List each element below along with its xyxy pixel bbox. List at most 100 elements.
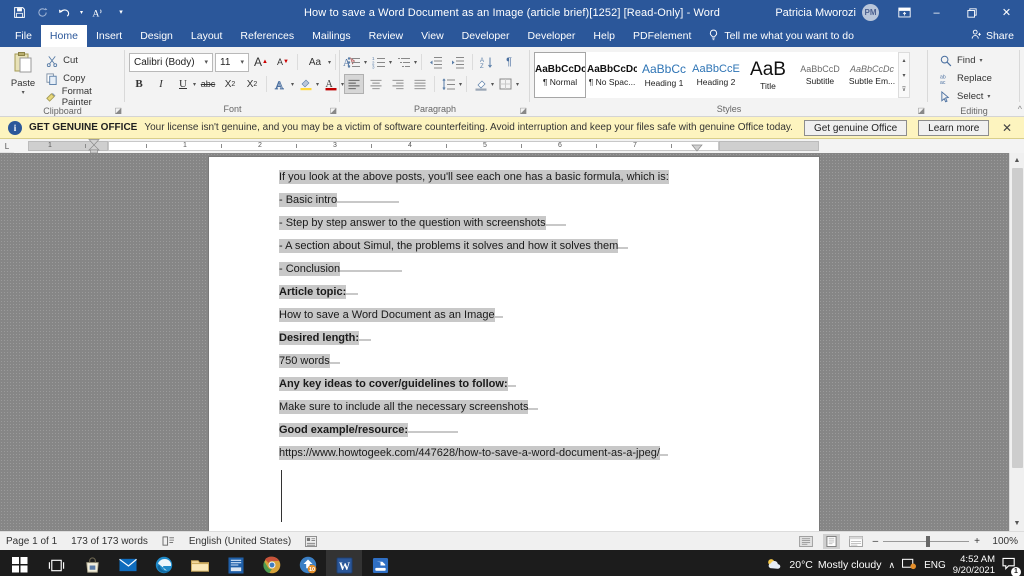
chevron-down-icon[interactable]: ▾ xyxy=(193,81,196,88)
underline-button[interactable]: U xyxy=(173,74,193,94)
multilevel-list-button[interactable] xyxy=(394,52,414,72)
language-indicator[interactable]: English (United States) xyxy=(189,536,291,547)
numbering-button[interactable]: 123 xyxy=(369,52,389,72)
change-case-button[interactable]: Aa xyxy=(302,52,328,72)
minimize-button[interactable]: – xyxy=(919,0,954,25)
print-layout-view-button[interactable] xyxy=(822,533,840,549)
chevron-down-icon[interactable]: ▾ xyxy=(459,81,462,88)
zoom-out-button[interactable]: – xyxy=(873,536,879,547)
tab-review[interactable]: Review xyxy=(360,25,412,47)
shrink-font-button[interactable]: A ▼ xyxy=(273,52,293,72)
share-button[interactable]: Share xyxy=(971,25,1024,47)
teams-icon[interactable] xyxy=(218,550,254,576)
chevron-down-icon[interactable]: ▾ xyxy=(291,81,294,88)
save-icon[interactable] xyxy=(8,2,30,23)
tell-me-search[interactable]: Tell me what you want to do xyxy=(708,25,854,47)
close-notification-icon[interactable]: ✕ xyxy=(1002,121,1016,135)
paragraph-dialog-launcher[interactable]: ◪ xyxy=(519,106,527,115)
show-hidden-icons-button[interactable]: ∧ xyxy=(888,560,895,571)
get-genuine-office-button[interactable]: Get genuine Office xyxy=(803,119,908,136)
strikethrough-button[interactable]: abc xyxy=(198,74,218,94)
right-indent-marker[interactable] xyxy=(691,144,703,152)
tab-layout[interactable]: Layout xyxy=(182,25,232,47)
italic-button[interactable]: I xyxy=(151,74,171,94)
text-effects-button[interactable]: A xyxy=(271,74,291,94)
styles-scroll-down-icon[interactable]: ▾ xyxy=(899,68,909,83)
weather-widget[interactable]: 20°C Mostly cloudy xyxy=(766,557,881,574)
tab-stop-selector[interactable]: L xyxy=(0,139,14,153)
scroll-up-icon[interactable]: ▲ xyxy=(1010,153,1024,168)
clock[interactable]: 4:52 AM 9/20/2021 xyxy=(953,554,995,576)
microsoft-store-icon[interactable] xyxy=(74,550,110,576)
cut-button[interactable]: Cut xyxy=(42,52,121,69)
tab-file[interactable]: File xyxy=(6,25,41,47)
align-center-button[interactable] xyxy=(366,74,386,94)
document-body[interactable]: If you look at the above posts, you'll s… xyxy=(209,157,819,522)
justify-button[interactable] xyxy=(410,74,430,94)
customize-quick-access-toolbar-icon[interactable]: ▾ xyxy=(110,2,132,23)
chevron-down-icon[interactable]: ▾ xyxy=(364,59,367,66)
paste-dropdown-icon[interactable]: ▾ xyxy=(22,89,25,96)
paste-button[interactable]: Paste ▾ xyxy=(4,49,42,96)
bold-button[interactable]: B xyxy=(129,74,149,94)
style-heading-1[interactable]: AaBbCс Heading 1 xyxy=(638,52,690,98)
proofing-errors-icon[interactable] xyxy=(162,535,175,547)
close-button[interactable]: ✕ xyxy=(989,0,1024,25)
increase-indent-button[interactable] xyxy=(448,52,468,72)
accessibility-icon[interactable] xyxy=(305,535,318,547)
scroll-down-icon[interactable]: ▼ xyxy=(1010,516,1024,531)
chevron-down-icon[interactable]: ▾ xyxy=(328,59,331,66)
styles-more-icon[interactable]: ⊽ xyxy=(899,82,909,97)
tab-developer-2[interactable]: Developer xyxy=(519,25,585,47)
sort-button[interactable]: AZ xyxy=(477,52,497,72)
font-family-combobox[interactable]: Calibri (Body) ▾ xyxy=(129,52,213,72)
style-subtle-emphasis[interactable]: AaBbCcDc Subtle Em... xyxy=(846,52,898,98)
chevron-down-icon[interactable]: ▾ xyxy=(516,81,519,88)
text-highlight-color-button[interactable] xyxy=(296,74,316,94)
horizontal-ruler[interactable]: 1 1 2 3 4 5 6 7 xyxy=(14,139,1024,153)
chevron-down-icon[interactable]: ▾ xyxy=(414,59,417,66)
style-title[interactable]: AaB Title xyxy=(742,52,794,98)
mail-icon[interactable] xyxy=(110,550,146,576)
zoom-level[interactable]: 100% xyxy=(988,536,1018,547)
styles-gallery-scroll[interactable]: ▴ ▾ ⊽ xyxy=(898,52,910,98)
decrease-indent-button[interactable] xyxy=(426,52,446,72)
read-aloud-icon[interactable]: A xyxy=(87,2,109,23)
chevron-down-icon[interactable]: ▾ xyxy=(987,93,990,100)
microsoft-edge-icon[interactable] xyxy=(146,550,182,576)
grow-font-button[interactable]: A ▲ xyxy=(251,52,271,72)
page-indicator[interactable]: Page 1 of 1 xyxy=(6,536,57,547)
select-button[interactable]: Select ▾ xyxy=(936,88,995,105)
tab-pdfelement[interactable]: PDFelement xyxy=(624,25,700,47)
chevron-down-icon[interactable]: ▾ xyxy=(316,81,319,88)
network-icon[interactable] xyxy=(902,557,917,573)
borders-button[interactable] xyxy=(496,74,516,94)
zoom-handle[interactable] xyxy=(926,535,931,547)
avatar[interactable]: PM xyxy=(862,4,879,21)
tab-design[interactable]: Design xyxy=(131,25,182,47)
zoom-in-button[interactable]: + xyxy=(974,536,980,547)
superscript-button[interactable]: X2 xyxy=(242,74,262,94)
styles-scroll-up-icon[interactable]: ▴ xyxy=(899,53,909,68)
zoom-track[interactable] xyxy=(883,535,970,547)
font-size-combobox[interactable]: 11 ▾ xyxy=(215,52,249,72)
task-view-button[interactable] xyxy=(38,550,74,576)
font-dialog-launcher[interactable]: ◪ xyxy=(329,106,337,115)
chevron-down-icon[interactable]: ▾ xyxy=(979,57,982,64)
align-left-button[interactable] xyxy=(344,74,364,94)
word-icon[interactable]: W xyxy=(326,550,362,576)
notification-center-button[interactable]: 1 xyxy=(1002,557,1021,576)
font-color-button[interactable]: A xyxy=(321,74,341,94)
undo-icon[interactable] xyxy=(54,2,76,23)
redo-icon[interactable] xyxy=(31,2,53,23)
tab-insert[interactable]: Insert xyxy=(87,25,131,47)
tab-home[interactable]: Home xyxy=(40,25,87,47)
format-painter-button[interactable]: Format Painter xyxy=(42,86,121,108)
style-normal[interactable]: AaBbCcDc ¶ Normal xyxy=(534,52,586,98)
left-indent-marker[interactable] xyxy=(88,145,100,153)
word-count[interactable]: 173 of 173 words xyxy=(71,536,148,547)
subscript-button[interactable]: X2 xyxy=(220,74,240,94)
start-button[interactable] xyxy=(2,550,38,576)
document-page[interactable]: If you look at the above posts, you'll s… xyxy=(209,157,819,531)
vertical-scrollbar[interactable]: ▲ ▼ xyxy=(1009,153,1024,531)
